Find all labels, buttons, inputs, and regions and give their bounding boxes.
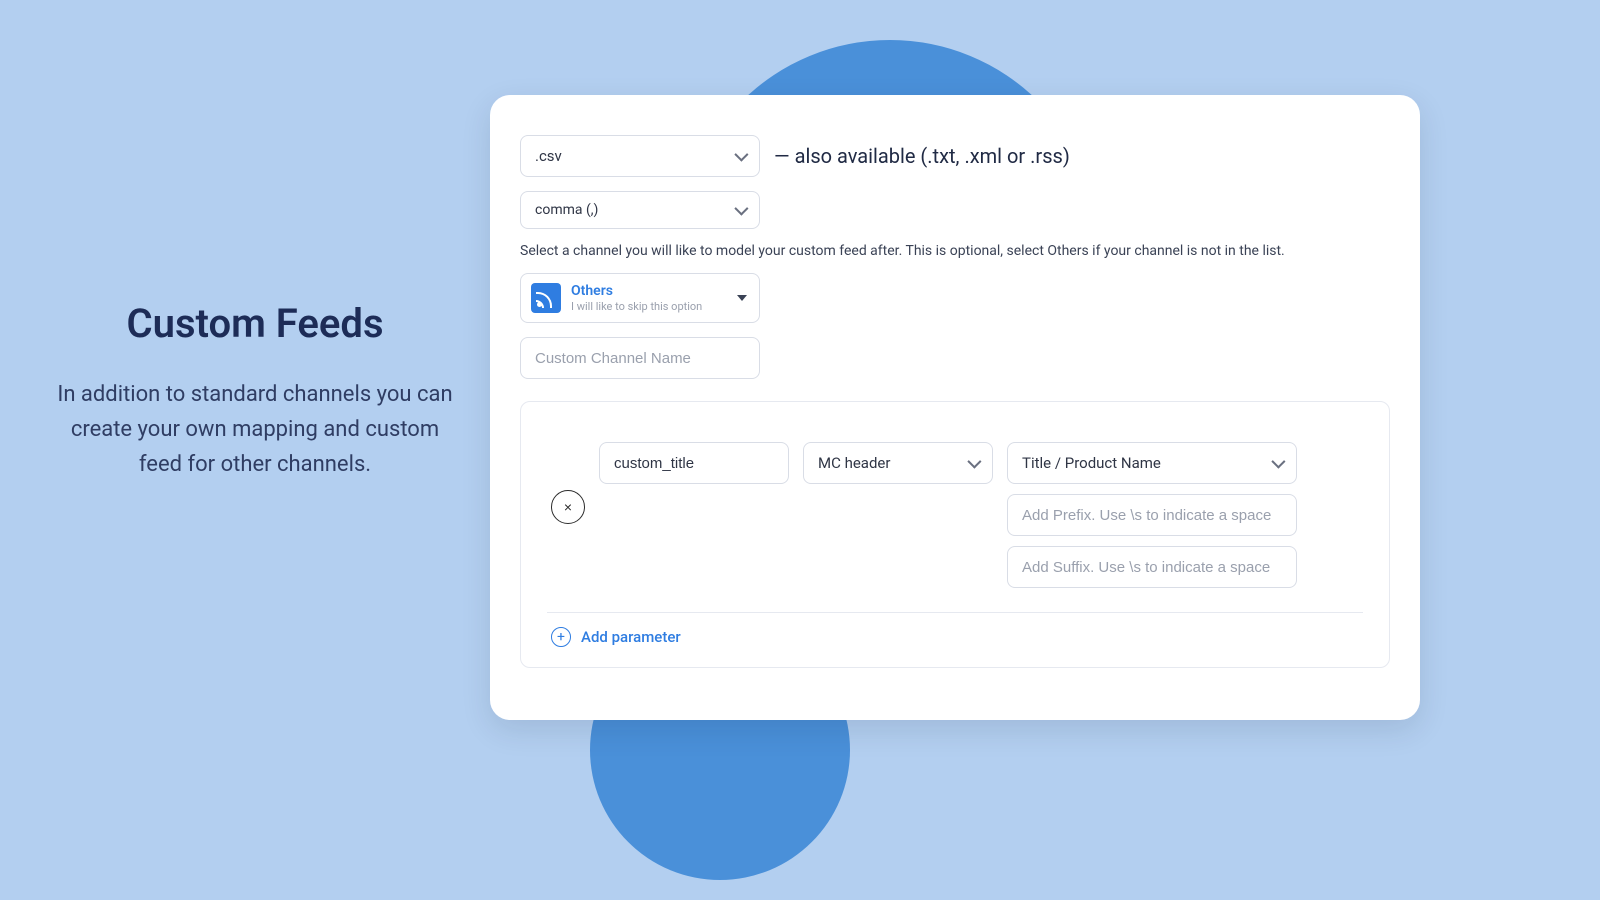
custom-channel-name-input[interactable] bbox=[520, 337, 760, 379]
channel-text: Others I will like to skip this option bbox=[571, 283, 702, 313]
chevron-down-icon bbox=[1271, 455, 1285, 469]
add-parameter-label: Add parameter bbox=[581, 628, 681, 646]
mapping-source-value: MC header bbox=[818, 454, 890, 472]
custom-feed-panel: .csv — also available (.txt, .xml or .rs… bbox=[490, 95, 1420, 720]
chevron-down-icon bbox=[967, 455, 981, 469]
file-type-value: .csv bbox=[535, 147, 562, 165]
delimiter-select[interactable]: comma (,) bbox=[520, 191, 760, 229]
caret-down-icon bbox=[737, 295, 747, 301]
mapping-source-select[interactable]: MC header bbox=[803, 442, 993, 484]
remove-mapping-button[interactable]: × bbox=[551, 490, 585, 524]
chevron-down-icon bbox=[734, 202, 748, 216]
delimiter-value: comma (,) bbox=[535, 202, 598, 218]
channel-label: Others bbox=[571, 283, 702, 300]
mapping-area: × MC header Title / Product Name + A bbox=[520, 401, 1390, 668]
page-title: Custom Feeds bbox=[55, 300, 455, 347]
mapping-suffix-input[interactable] bbox=[1007, 546, 1297, 588]
rss-icon bbox=[531, 283, 561, 313]
divider bbox=[547, 612, 1363, 613]
page-description: In addition to standard channels you can… bbox=[55, 377, 455, 483]
channel-model-select[interactable]: Others I will like to skip this option bbox=[520, 273, 760, 323]
close-icon: × bbox=[564, 499, 572, 515]
mapping-prefix-input[interactable] bbox=[1007, 494, 1297, 536]
mapping-row: × MC header Title / Product Name bbox=[547, 442, 1363, 588]
channel-sublabel: I will like to skip this option bbox=[571, 300, 702, 313]
file-type-select[interactable]: .csv bbox=[520, 135, 760, 177]
file-type-hint: — also available (.txt, .xml or .rss) bbox=[774, 144, 1070, 168]
chevron-down-icon bbox=[734, 148, 748, 162]
add-parameter-button[interactable]: + Add parameter bbox=[547, 627, 1363, 647]
mapping-target-select[interactable]: Title / Product Name bbox=[1007, 442, 1297, 484]
marketing-copy: Custom Feeds In addition to standard cha… bbox=[55, 300, 455, 483]
channel-help-text: Select a channel you will like to model … bbox=[520, 243, 1390, 259]
plus-icon: + bbox=[551, 627, 571, 647]
mapping-target-value: Title / Product Name bbox=[1022, 454, 1161, 472]
mapping-field-name-input[interactable] bbox=[599, 442, 789, 484]
